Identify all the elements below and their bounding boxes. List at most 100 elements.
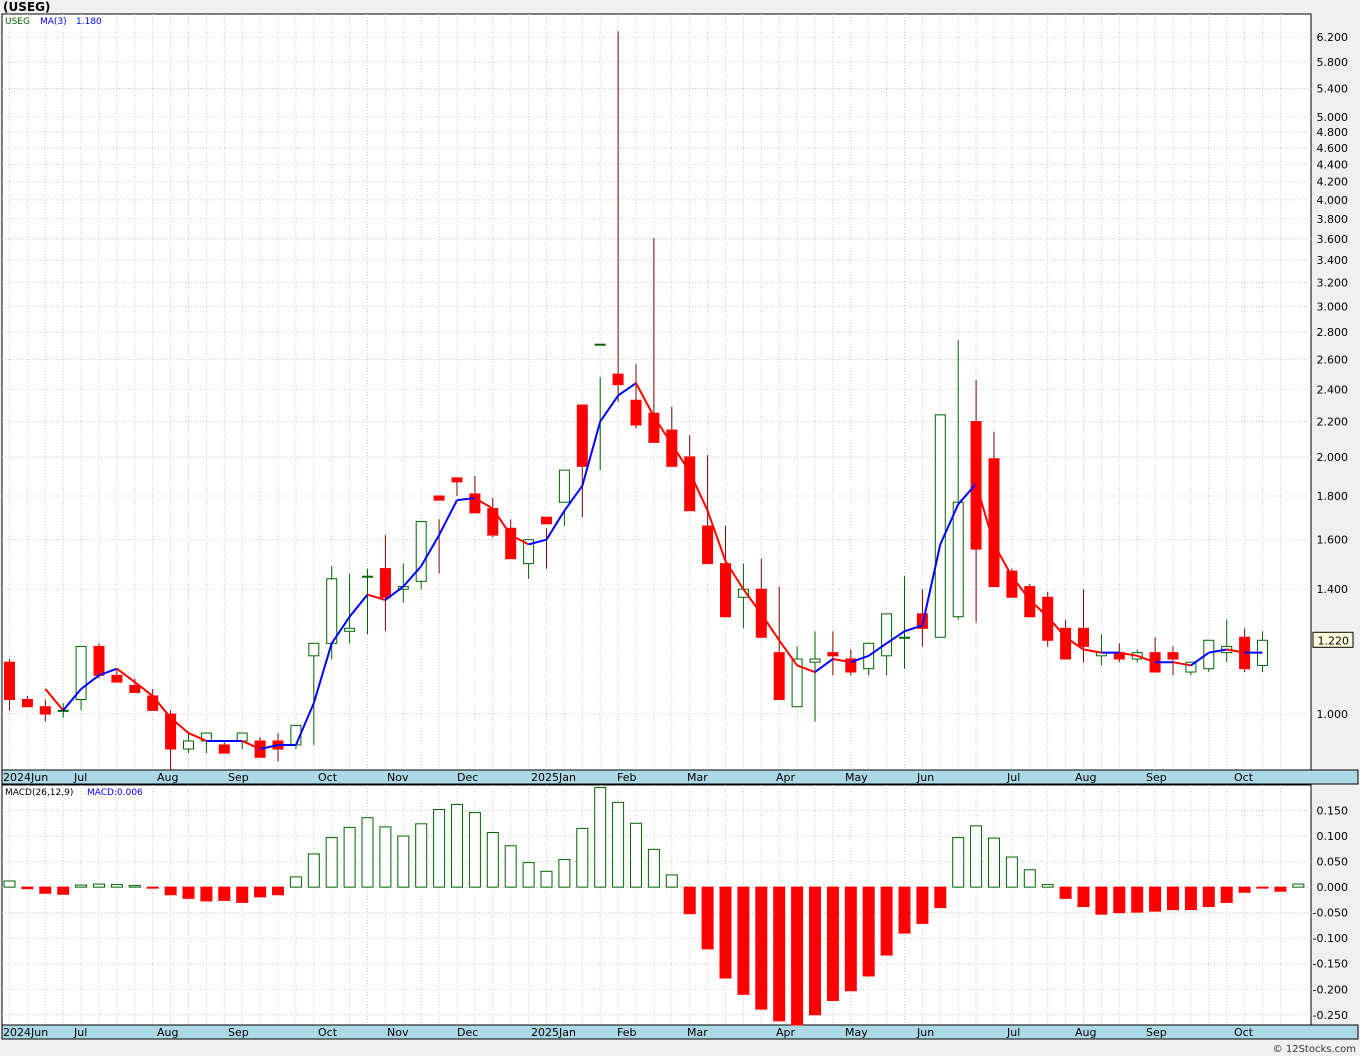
price-tick-label: 5.000 [1317, 111, 1349, 124]
macd-bar [970, 825, 983, 888]
macd-tick-label: 0.050 [1317, 856, 1349, 869]
price-tick-label: 2.800 [1317, 326, 1349, 339]
macd-x-tick-label: Sep [1146, 1026, 1167, 1039]
candle-body [129, 684, 141, 693]
macd-bar [1113, 886, 1126, 914]
macd-tick-label: -0.050 [1313, 907, 1348, 920]
macd-bar [594, 787, 607, 888]
price-tick-label: 2.200 [1317, 416, 1349, 429]
macd-bar [988, 837, 1000, 888]
macd-bar [272, 886, 284, 896]
x-tick-label: Aug [1075, 771, 1096, 784]
macd-bar [415, 823, 428, 888]
macd-bar [1167, 886, 1179, 911]
candle-body [326, 578, 338, 644]
legend-ma: MA(3) [40, 17, 67, 27]
x-tick-label: Jun [916, 771, 934, 784]
macd-bar [844, 886, 857, 992]
price-tick-label: 1.400 [1317, 583, 1349, 596]
macd-bar [701, 886, 714, 950]
macd-bar [719, 886, 732, 979]
x-tick-label: Dec [457, 771, 478, 784]
macd-x-tick-label: 2025Jan [531, 1026, 576, 1039]
macd-bar [540, 870, 553, 888]
candle-body [881, 613, 893, 657]
macd-bar [1059, 886, 1072, 899]
macd-bar [110, 884, 123, 888]
macd-x-tick-label: Nov [387, 1026, 409, 1039]
candle-body [1042, 596, 1054, 641]
x-tick-label: May [845, 771, 868, 784]
chart-canvas: 6.200 5.800 5.400 5.000 4.800 4.600 4.400 4.200… [1, 13, 1359, 1040]
macd-bar [880, 886, 893, 956]
candle-body [594, 343, 606, 346]
candle-body [415, 521, 427, 582]
x-tick-label: Mar [687, 771, 708, 784]
price-tick-label: 5.800 [1317, 56, 1349, 69]
macd-bar [218, 886, 231, 901]
credit-text: © 12Stocks.com [1272, 1044, 1356, 1055]
macd-tick-label: 0.000 [1317, 881, 1349, 894]
macd-bar [1131, 886, 1144, 913]
macd-bar [612, 801, 625, 888]
candle-body [218, 744, 230, 754]
macd-bar [433, 809, 446, 888]
x-tick-label: Nov [387, 771, 409, 784]
macd-x-tick-label: May [845, 1026, 868, 1039]
price-tick-label: 3.600 [1317, 233, 1349, 246]
macd-bar [898, 886, 911, 934]
price-tick-label: 4.400 [1317, 158, 1349, 171]
candle-body [576, 404, 588, 467]
macd-bar [755, 886, 768, 1010]
macd-x-tick-label: Apr [776, 1026, 796, 1039]
price-tick-label: 6.200 [1317, 31, 1349, 44]
last-price-label: 1.220 [1318, 634, 1350, 647]
candle-body [21, 698, 33, 708]
macd-bar [683, 886, 696, 915]
macd-bar [630, 822, 642, 888]
candle-body [1078, 627, 1089, 647]
price-tick-label: 3.400 [1317, 254, 1349, 267]
macd-bar [647, 848, 660, 888]
macd-bar [522, 862, 535, 888]
macd-x-tick-label: Jul [1006, 1026, 1020, 1039]
x-tick-label: Aug [157, 771, 178, 784]
candle-body [630, 399, 642, 426]
x-tick-label: Oct [318, 771, 338, 784]
macd-bar [1256, 886, 1269, 889]
candle-body [39, 706, 51, 715]
macd-bar [397, 835, 410, 888]
macd-tick-label: -0.250 [1313, 1009, 1348, 1022]
macd-legend-label: MACD(26,12,9) [5, 788, 73, 798]
x-tick-label: Feb [617, 771, 636, 784]
candle-body [809, 658, 821, 663]
macd-x-tick-label: Dec [457, 1026, 478, 1039]
candle-body [433, 495, 445, 501]
candle-body [827, 652, 839, 657]
candle-body [612, 373, 624, 386]
price-tick-label: 1.800 [1317, 490, 1349, 503]
candle-body [702, 525, 714, 565]
macd-bar [254, 886, 267, 898]
candle-body [541, 516, 552, 525]
candle-body [773, 652, 785, 700]
macd-bar [1149, 886, 1162, 912]
macd-bar [164, 886, 177, 896]
price-tick-label: 3.800 [1317, 213, 1349, 226]
candle-body [451, 477, 463, 483]
macd-bar [1202, 886, 1215, 908]
candle-body [1024, 586, 1036, 618]
price-tick-label: 3.000 [1317, 300, 1349, 313]
candle-body [1167, 652, 1179, 660]
price-tick-label: 3.200 [1317, 277, 1349, 290]
macd-x-tick-label: Jul [73, 1026, 87, 1039]
price-tick-label: 5.400 [1317, 82, 1349, 95]
macd-bar [236, 886, 249, 903]
macd-bar [21, 886, 34, 890]
price-tick-label: 2.000 [1317, 451, 1349, 464]
candle-body [236, 732, 248, 742]
macd-tick-label: 0.100 [1317, 830, 1349, 843]
macd-x-tick-label: Oct [318, 1026, 338, 1039]
macd-bar [379, 826, 392, 888]
macd-bar [486, 831, 499, 888]
